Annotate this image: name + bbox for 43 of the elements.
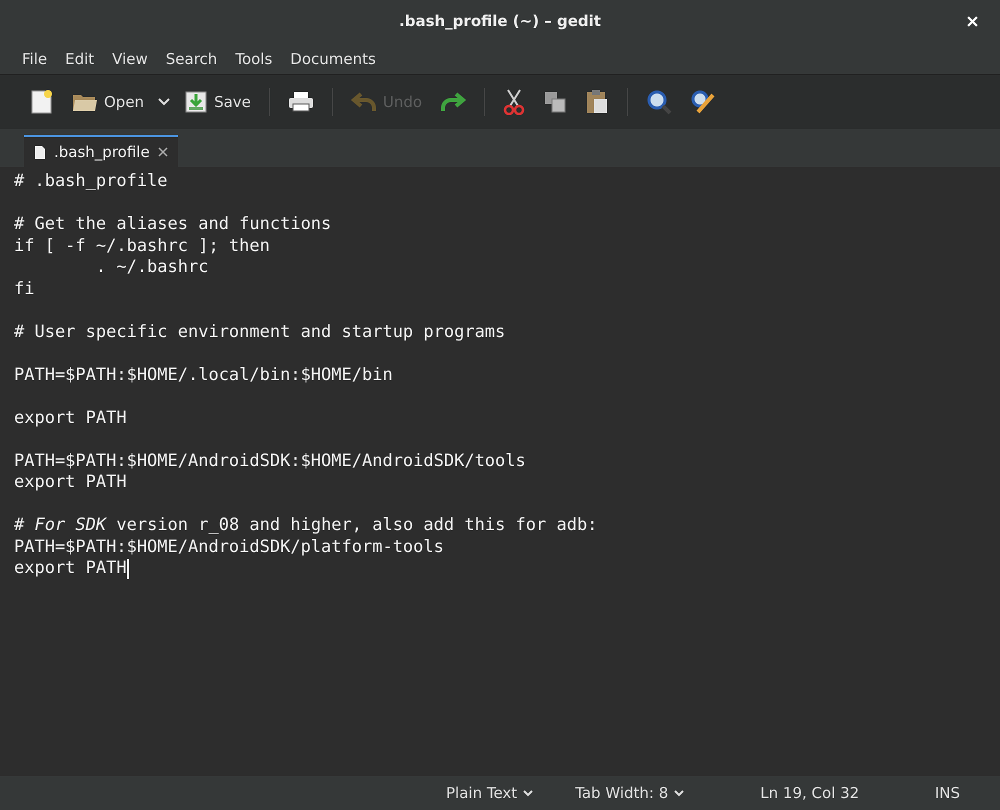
code-line: # For SDK version r_08 and higher, also add this for adb: [14, 515, 598, 536]
code-line: # User specific environment and startup programs [14, 322, 506, 343]
new-document-icon [30, 89, 54, 115]
menu-item[interactable]: View [112, 50, 148, 68]
search-icon [646, 89, 672, 115]
undo-arrow-icon [350, 91, 377, 113]
code-line: export PATH [14, 558, 127, 580]
caret-icon [158, 98, 170, 106]
printer-icon [288, 91, 314, 113]
document-icon [34, 144, 46, 160]
menu-item[interactable]: Search [166, 50, 218, 68]
code-line: # .bash_profile [14, 171, 168, 192]
save-icon [184, 90, 208, 114]
close-icon[interactable] [158, 147, 168, 157]
caret-icon [523, 790, 534, 796]
search-replace-icon [690, 89, 716, 115]
toolbar-button[interactable]: Open [66, 87, 150, 117]
code-line: export PATH [14, 408, 127, 429]
tab-width-dropdown[interactable]: Tab Width: 8 [569, 783, 690, 803]
redo-arrow-icon [440, 91, 466, 113]
code-line: export PATH [14, 472, 127, 494]
code-line: # Get the aliases and functions [14, 214, 332, 236]
code-line: if [ -f ~/.bashrc ]; then [14, 236, 270, 257]
language-dropdown[interactable]: Plain Text [440, 783, 540, 803]
window-title: .bash_profile (~) – gedit [399, 12, 601, 30]
clipboard-icon [585, 89, 610, 115]
code-line: PATH=$PATH:$HOME/AndroidSDK/platform-tools [14, 536, 444, 558]
insert-mode: INS [934, 784, 960, 802]
toolbar-button[interactable]: Save [178, 86, 257, 118]
menu-item[interactable]: File [22, 50, 48, 68]
scissors-icon [503, 89, 526, 115]
menu-item[interactable]: Documents [290, 50, 376, 68]
code-line: fi [14, 278, 34, 300]
copy-icon [543, 90, 568, 114]
code-line: . ~/.bashrc [94, 257, 208, 278]
code-line: PATH=$PATH:$HOME/AndroidSDK:$HOME/AndroidSDK/tools [14, 450, 526, 472]
menu-item[interactable]: Edit [65, 50, 94, 68]
text-cursor [126, 558, 129, 579]
caret-icon [674, 790, 684, 796]
code-line: PATH=$PATH:$HOME/.local/bin:$HOME/bin [14, 364, 393, 386]
menu-item[interactable]: Tools [235, 50, 272, 68]
cursor-position: Ln 19, Col 32 [760, 784, 860, 802]
document-tab[interactable]: .bash_profile [24, 135, 178, 167]
